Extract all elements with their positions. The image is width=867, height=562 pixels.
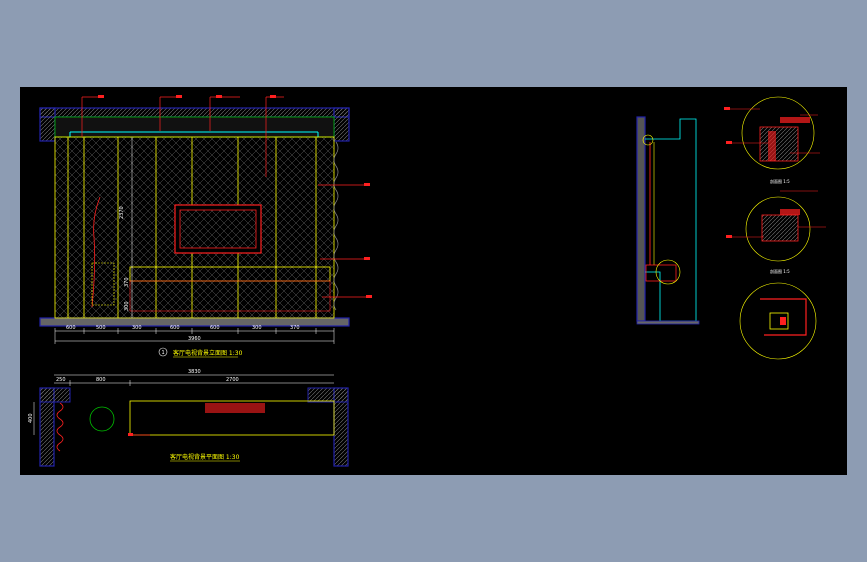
plan-total-dim: 3830 <box>188 369 201 375</box>
elev-total-dim: 3960 <box>188 336 201 342</box>
plan-side-dim: 400 <box>28 413 34 423</box>
elev-dim-2: 500 <box>96 325 106 331</box>
elev-height-dim-3: 300 <box>124 301 130 311</box>
elev-dim-4: 600 <box>170 325 180 331</box>
detail-label-1: 剖面图 1:5 <box>770 178 790 184</box>
elev-height-dim-2: 370 <box>124 277 130 287</box>
elev-dim-6: 300 <box>252 325 262 331</box>
plan-caption: 客厅电视背景平面图 1:30 <box>170 453 240 461</box>
cad-canvas[interactable]: 600 500 300 600 600 300 370 3960 2370 37… <box>20 87 847 475</box>
plan-dim-2: 800 <box>96 377 106 383</box>
plan-dim-1: 250 <box>56 377 66 383</box>
detail-label-2: 剖面图 1:5 <box>770 268 790 274</box>
elev-height-dim-1: 2370 <box>119 206 125 219</box>
plan-dim-3: 2700 <box>226 377 239 383</box>
elev-caption: 客厅电视背景立面图 1:30 <box>173 349 243 357</box>
elev-dim-3: 300 <box>132 325 142 331</box>
elev-dim-1: 600 <box>66 325 76 331</box>
elev-caption-index: 1 <box>162 350 165 356</box>
annotations: 600 500 300 600 600 300 370 3960 2370 37… <box>28 178 790 462</box>
elev-dim-7: 370 <box>290 325 300 331</box>
elev-dim-5: 600 <box>210 325 220 331</box>
